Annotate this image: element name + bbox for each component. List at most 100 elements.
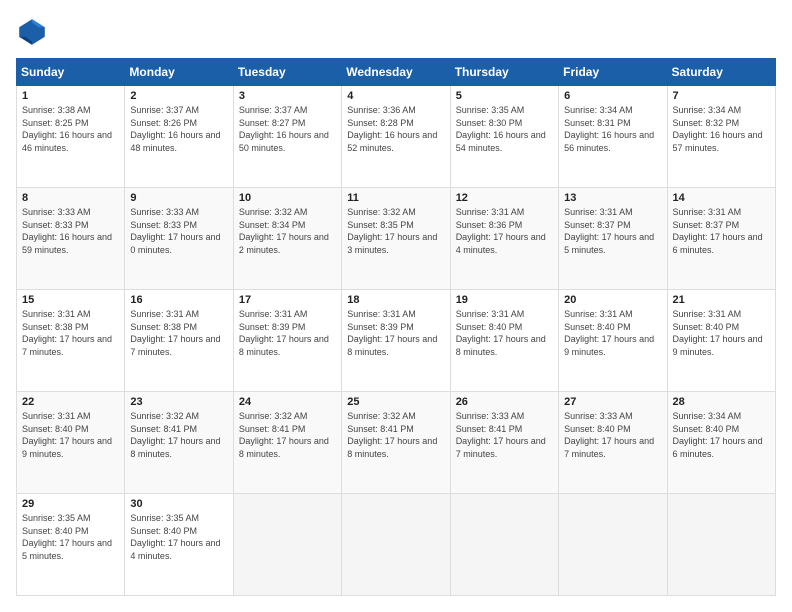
day-cell-18: 18 Sunrise: 3:31 AMSunset: 8:39 PMDaylig… xyxy=(342,290,450,392)
day-info: Sunrise: 3:35 AMSunset: 8:30 PMDaylight:… xyxy=(456,105,546,153)
day-number: 28 xyxy=(673,396,770,408)
day-cell-19: 19 Sunrise: 3:31 AMSunset: 8:40 PMDaylig… xyxy=(450,290,558,392)
day-cell-11: 11 Sunrise: 3:32 AMSunset: 8:35 PMDaylig… xyxy=(342,188,450,290)
day-number: 1 xyxy=(22,90,119,102)
day-info: Sunrise: 3:31 AMSunset: 8:38 PMDaylight:… xyxy=(22,309,112,357)
col-header-sunday: Sunday xyxy=(17,59,125,86)
calendar-week-1: 1 Sunrise: 3:38 AMSunset: 8:25 PMDayligh… xyxy=(17,86,776,188)
day-info: Sunrise: 3:36 AMSunset: 8:28 PMDaylight:… xyxy=(347,105,437,153)
day-cell-10: 10 Sunrise: 3:32 AMSunset: 8:34 PMDaylig… xyxy=(233,188,341,290)
day-number: 5 xyxy=(456,90,553,102)
day-cell-3: 3 Sunrise: 3:37 AMSunset: 8:27 PMDayligh… xyxy=(233,86,341,188)
day-number: 27 xyxy=(564,396,661,408)
empty-cell xyxy=(559,494,667,596)
day-number: 7 xyxy=(673,90,770,102)
day-number: 22 xyxy=(22,396,119,408)
day-cell-5: 5 Sunrise: 3:35 AMSunset: 8:30 PMDayligh… xyxy=(450,86,558,188)
day-info: Sunrise: 3:31 AMSunset: 8:36 PMDaylight:… xyxy=(456,207,546,255)
col-header-thursday: Thursday xyxy=(450,59,558,86)
day-info: Sunrise: 3:31 AMSunset: 8:39 PMDaylight:… xyxy=(347,309,437,357)
day-info: Sunrise: 3:32 AMSunset: 8:34 PMDaylight:… xyxy=(239,207,329,255)
day-number: 12 xyxy=(456,192,553,204)
day-cell-1: 1 Sunrise: 3:38 AMSunset: 8:25 PMDayligh… xyxy=(17,86,125,188)
day-info: Sunrise: 3:38 AMSunset: 8:25 PMDaylight:… xyxy=(22,105,112,153)
day-number: 16 xyxy=(130,294,227,306)
day-number: 15 xyxy=(22,294,119,306)
day-cell-28: 28 Sunrise: 3:34 AMSunset: 8:40 PMDaylig… xyxy=(667,392,775,494)
day-info: Sunrise: 3:35 AMSunset: 8:40 PMDaylight:… xyxy=(22,513,112,561)
day-info: Sunrise: 3:32 AMSunset: 8:41 PMDaylight:… xyxy=(130,411,220,459)
calendar-week-4: 22 Sunrise: 3:31 AMSunset: 8:40 PMDaylig… xyxy=(17,392,776,494)
day-cell-15: 15 Sunrise: 3:31 AMSunset: 8:38 PMDaylig… xyxy=(17,290,125,392)
day-number: 25 xyxy=(347,396,444,408)
day-cell-20: 20 Sunrise: 3:31 AMSunset: 8:40 PMDaylig… xyxy=(559,290,667,392)
day-cell-12: 12 Sunrise: 3:31 AMSunset: 8:36 PMDaylig… xyxy=(450,188,558,290)
day-info: Sunrise: 3:31 AMSunset: 8:40 PMDaylight:… xyxy=(564,309,654,357)
day-number: 21 xyxy=(673,294,770,306)
logo-icon xyxy=(16,16,48,48)
calendar-week-2: 8 Sunrise: 3:33 AMSunset: 8:33 PMDayligh… xyxy=(17,188,776,290)
day-info: Sunrise: 3:33 AMSunset: 8:41 PMDaylight:… xyxy=(456,411,546,459)
day-info: Sunrise: 3:33 AMSunset: 8:33 PMDaylight:… xyxy=(22,207,112,255)
day-number: 29 xyxy=(22,498,119,510)
day-cell-29: 29 Sunrise: 3:35 AMSunset: 8:40 PMDaylig… xyxy=(17,494,125,596)
day-cell-6: 6 Sunrise: 3:34 AMSunset: 8:31 PMDayligh… xyxy=(559,86,667,188)
day-info: Sunrise: 3:34 AMSunset: 8:40 PMDaylight:… xyxy=(673,411,763,459)
empty-cell xyxy=(667,494,775,596)
day-info: Sunrise: 3:32 AMSunset: 8:35 PMDaylight:… xyxy=(347,207,437,255)
day-cell-25: 25 Sunrise: 3:32 AMSunset: 8:41 PMDaylig… xyxy=(342,392,450,494)
empty-cell xyxy=(342,494,450,596)
header xyxy=(16,16,776,48)
day-number: 4 xyxy=(347,90,444,102)
calendar-week-5: 29 Sunrise: 3:35 AMSunset: 8:40 PMDaylig… xyxy=(17,494,776,596)
day-info: Sunrise: 3:34 AMSunset: 8:32 PMDaylight:… xyxy=(673,105,763,153)
day-cell-4: 4 Sunrise: 3:36 AMSunset: 8:28 PMDayligh… xyxy=(342,86,450,188)
day-cell-21: 21 Sunrise: 3:31 AMSunset: 8:40 PMDaylig… xyxy=(667,290,775,392)
logo xyxy=(16,16,52,48)
day-number: 23 xyxy=(130,396,227,408)
day-info: Sunrise: 3:34 AMSunset: 8:31 PMDaylight:… xyxy=(564,105,654,153)
day-cell-23: 23 Sunrise: 3:32 AMSunset: 8:41 PMDaylig… xyxy=(125,392,233,494)
day-number: 2 xyxy=(130,90,227,102)
calendar-header-row: SundayMondayTuesdayWednesdayThursdayFrid… xyxy=(17,59,776,86)
col-header-friday: Friday xyxy=(559,59,667,86)
day-info: Sunrise: 3:31 AMSunset: 8:40 PMDaylight:… xyxy=(456,309,546,357)
day-number: 10 xyxy=(239,192,336,204)
day-number: 6 xyxy=(564,90,661,102)
day-cell-8: 8 Sunrise: 3:33 AMSunset: 8:33 PMDayligh… xyxy=(17,188,125,290)
day-info: Sunrise: 3:31 AMSunset: 8:37 PMDaylight:… xyxy=(673,207,763,255)
day-number: 24 xyxy=(239,396,336,408)
empty-cell xyxy=(233,494,341,596)
day-cell-22: 22 Sunrise: 3:31 AMSunset: 8:40 PMDaylig… xyxy=(17,392,125,494)
day-number: 11 xyxy=(347,192,444,204)
day-cell-7: 7 Sunrise: 3:34 AMSunset: 8:32 PMDayligh… xyxy=(667,86,775,188)
day-info: Sunrise: 3:33 AMSunset: 8:33 PMDaylight:… xyxy=(130,207,220,255)
day-number: 30 xyxy=(130,498,227,510)
day-cell-27: 27 Sunrise: 3:33 AMSunset: 8:40 PMDaylig… xyxy=(559,392,667,494)
day-info: Sunrise: 3:37 AMSunset: 8:26 PMDaylight:… xyxy=(130,105,220,153)
day-number: 19 xyxy=(456,294,553,306)
day-cell-17: 17 Sunrise: 3:31 AMSunset: 8:39 PMDaylig… xyxy=(233,290,341,392)
day-cell-14: 14 Sunrise: 3:31 AMSunset: 8:37 PMDaylig… xyxy=(667,188,775,290)
day-number: 8 xyxy=(22,192,119,204)
day-cell-9: 9 Sunrise: 3:33 AMSunset: 8:33 PMDayligh… xyxy=(125,188,233,290)
day-info: Sunrise: 3:35 AMSunset: 8:40 PMDaylight:… xyxy=(130,513,220,561)
day-number: 18 xyxy=(347,294,444,306)
day-info: Sunrise: 3:37 AMSunset: 8:27 PMDaylight:… xyxy=(239,105,329,153)
empty-cell xyxy=(450,494,558,596)
day-cell-13: 13 Sunrise: 3:31 AMSunset: 8:37 PMDaylig… xyxy=(559,188,667,290)
day-info: Sunrise: 3:32 AMSunset: 8:41 PMDaylight:… xyxy=(239,411,329,459)
col-header-wednesday: Wednesday xyxy=(342,59,450,86)
day-number: 13 xyxy=(564,192,661,204)
day-cell-2: 2 Sunrise: 3:37 AMSunset: 8:26 PMDayligh… xyxy=(125,86,233,188)
day-info: Sunrise: 3:31 AMSunset: 8:38 PMDaylight:… xyxy=(130,309,220,357)
day-info: Sunrise: 3:31 AMSunset: 8:40 PMDaylight:… xyxy=(673,309,763,357)
day-cell-24: 24 Sunrise: 3:32 AMSunset: 8:41 PMDaylig… xyxy=(233,392,341,494)
day-number: 20 xyxy=(564,294,661,306)
day-number: 9 xyxy=(130,192,227,204)
day-cell-16: 16 Sunrise: 3:31 AMSunset: 8:38 PMDaylig… xyxy=(125,290,233,392)
col-header-tuesday: Tuesday xyxy=(233,59,341,86)
day-cell-26: 26 Sunrise: 3:33 AMSunset: 8:41 PMDaylig… xyxy=(450,392,558,494)
day-number: 14 xyxy=(673,192,770,204)
day-number: 26 xyxy=(456,396,553,408)
